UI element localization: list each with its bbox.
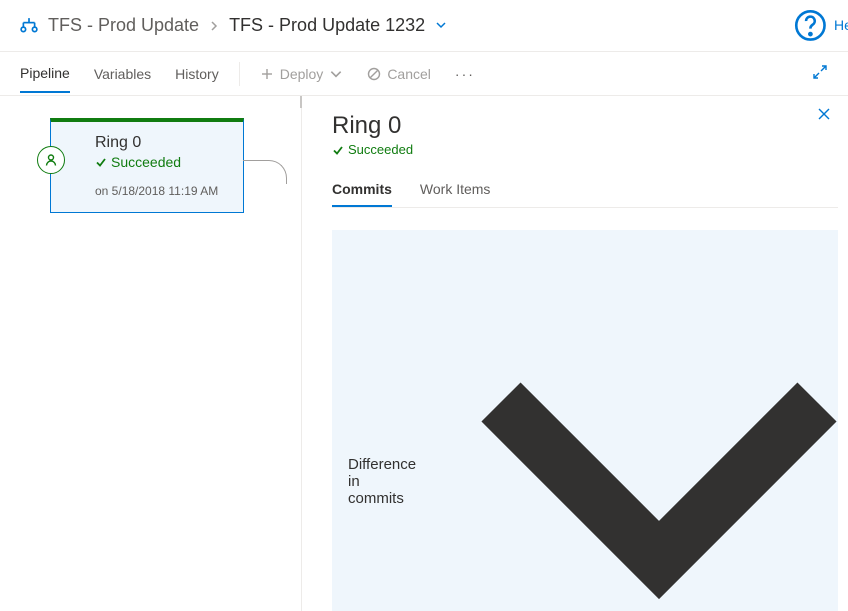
stage-connector — [243, 160, 287, 184]
diff-title-row[interactable]: Difference in commits — [348, 244, 822, 611]
detail-status-label: Succeeded — [348, 142, 413, 157]
detail-pane: Ring 0 Succeeded Commits Work Items Diff… — [302, 96, 848, 611]
subtab-commits[interactable]: Commits — [332, 173, 392, 207]
check-icon — [95, 156, 107, 168]
stage-status-icon — [37, 146, 65, 174]
pipeline-canvas: Ring 0 Succeeded on 5/18/2018 11:19 AM — [0, 96, 302, 611]
tab-pipeline[interactable]: Pipeline — [20, 55, 70, 93]
tab-history[interactable]: History — [175, 56, 219, 92]
breadcrumb: TFS - Prod Update TFS - Prod Update 1232 — [20, 15, 447, 36]
plus-icon — [260, 67, 274, 81]
cancel-label: Cancel — [387, 66, 431, 82]
breadcrumb-current[interactable]: TFS - Prod Update 1232 — [229, 15, 425, 36]
check-icon — [332, 144, 344, 156]
stage-status-label: Succeeded — [111, 154, 181, 170]
detail-status: Succeeded — [332, 142, 838, 157]
help-icon — [793, 8, 828, 43]
subtab-workitems[interactable]: Work Items — [420, 173, 491, 207]
cancel-icon — [367, 67, 381, 81]
chevron-right-icon — [209, 18, 219, 34]
breadcrumb-parent[interactable]: TFS - Prod Update — [48, 15, 199, 36]
stage-status: Succeeded — [95, 154, 229, 170]
deploy-button[interactable]: Deploy — [260, 66, 344, 82]
help-link[interactable]: Help — [793, 8, 828, 43]
chevron-down-icon — [422, 244, 848, 611]
fullscreen-button[interactable] — [812, 64, 828, 83]
help-label: Help — [834, 17, 848, 33]
diff-banner: Difference in commits Showing changes co… — [332, 230, 838, 611]
release-icon — [20, 17, 38, 35]
cancel-button[interactable]: Cancel — [367, 66, 431, 82]
close-button[interactable] — [816, 106, 832, 125]
more-actions-button[interactable]: ··· — [455, 66, 475, 82]
close-icon — [816, 106, 832, 122]
deploy-label: Deploy — [280, 66, 324, 82]
expand-icon — [812, 64, 828, 80]
stage-title: Ring 0 — [95, 134, 229, 152]
detail-title: Ring 0 — [332, 112, 838, 140]
stage-timestamp: on 5/18/2018 11:19 AM — [95, 184, 229, 198]
chevron-down-icon — [329, 67, 343, 81]
toolbar-separator — [239, 62, 240, 86]
tab-variables[interactable]: Variables — [94, 56, 151, 92]
stage-card-ring0[interactable]: Ring 0 Succeeded on 5/18/2018 11:19 AM — [50, 118, 244, 213]
chevron-down-icon[interactable] — [435, 18, 447, 34]
diff-title: Difference in commits — [348, 456, 416, 507]
